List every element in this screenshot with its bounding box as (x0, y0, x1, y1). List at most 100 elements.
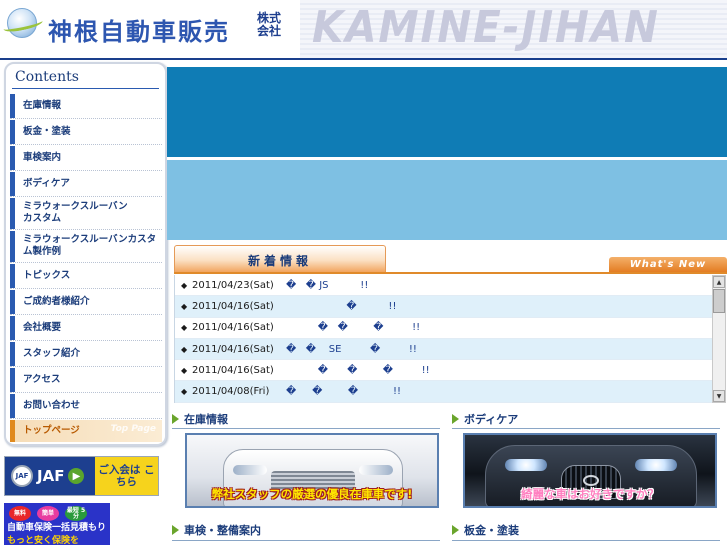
insurance-badges: 無料 簡単 最短 5分 (4, 503, 110, 521)
diamond-icon: ◆ (181, 387, 188, 397)
news-date: 2011/04/23(Sat) (192, 279, 274, 291)
nav-item-label: お問い合わせ (23, 400, 81, 411)
section-divider (172, 428, 440, 429)
section-inspection-title: 車検・整備案内 (184, 524, 261, 537)
insurance-banner[interactable]: 無料 簡単 最短 5分 自動車保険一括見積もり もっと安く保険を (4, 503, 110, 545)
diamond-icon: ◆ (181, 301, 188, 311)
nav-item-label: 板金・塗装 (23, 126, 71, 137)
nav-item-label: 車検案内 (23, 152, 62, 163)
car-headlight (635, 459, 677, 471)
section-sheetmetal-heading[interactable]: 板金・塗装 (452, 522, 519, 538)
scroll-thumb[interactable] (713, 289, 725, 313)
news-list[interactable]: ◆ 2011/04/23(Sat) � � JS !! ◆ 2011/04/16… (174, 275, 712, 403)
triangle-right-icon (452, 525, 459, 535)
triangle-right-icon (172, 525, 179, 535)
news-title: � � JS !! (286, 279, 369, 291)
section-bodycare-heading[interactable]: ボディケア (452, 411, 518, 427)
nav-item-label: ご成約者様紹介 (23, 296, 90, 307)
whats-new-label: What's New (629, 259, 707, 270)
diamond-icon: ◆ (181, 365, 188, 375)
insurance-badge: 無料 (9, 506, 31, 521)
news-title: � � � !! (286, 322, 421, 334)
scroll-down-icon[interactable]: ▼ (713, 390, 725, 402)
news-row[interactable]: ◆ 2011/04/08(Fri) � � � !! (175, 381, 712, 403)
nav-item-customers[interactable]: ご成約者様紹介 (10, 290, 162, 315)
nav-item-toppage[interactable]: トップページ Top Page (10, 420, 162, 442)
section-divider (172, 540, 440, 541)
news-title: � � SE � !! (286, 343, 417, 355)
nav-item-inspection[interactable]: 車検案内 (10, 146, 162, 171)
nav-item-mira-custom[interactable]: ミラウォークスルーバンカスタム (10, 198, 162, 230)
car-emblem-icon (583, 475, 599, 486)
nav-item-contact[interactable]: お問い合わせ (10, 394, 162, 419)
news-date: 2011/04/08(Fri) (192, 386, 270, 398)
scroll-up-icon[interactable]: ▲ (713, 276, 725, 288)
section-inspection-heading[interactable]: 車検・整備案内 (172, 522, 261, 538)
hero-banner-top (167, 67, 727, 157)
news-row[interactable]: ◆ 2011/04/16(Sat) � � � !! (175, 360, 712, 382)
triangle-right-icon (452, 414, 459, 424)
header-divider (0, 58, 727, 60)
bodycare-image-banner[interactable]: 綺麗な車はお好きですか？ (463, 433, 717, 508)
jaf-logo-icon: JAF (11, 465, 33, 487)
news-row[interactable]: ◆ 2011/04/16(Sat) � � � !! (175, 318, 712, 339)
nav-item-label: 在庫情報 (23, 100, 62, 111)
news-tab: 新着情報 (174, 245, 386, 272)
company-name: 神根自動車販売 (48, 17, 230, 46)
nav-title: Contents (15, 69, 79, 85)
nav-item-label: スタッフ紹介 (23, 348, 81, 359)
nav-item-access[interactable]: アクセス (10, 368, 162, 393)
section-divider (452, 428, 720, 429)
nav-item-topics[interactable]: トピックス (10, 264, 162, 289)
nav-item-label: トピックス (23, 270, 71, 281)
nav-item-label: ボディケア (23, 178, 70, 189)
insurance-text: 自動車保険一括見積もり (7, 523, 107, 533)
triangle-right-icon (172, 414, 179, 424)
news-date: 2011/04/16(Sat) (192, 364, 274, 376)
nav-title-divider (12, 88, 159, 89)
diamond-icon: ◆ (181, 344, 188, 354)
news-title: � � � !! (286, 386, 402, 398)
news-row[interactable]: ◆ 2011/04/16(Sat) � � SE � !! (175, 338, 712, 361)
nav-item-label: トップページ (23, 425, 80, 436)
jaf-brand: JAF JAF ▶ (5, 457, 95, 495)
nav-item-label: ミラウォークスルーバンカスタム (23, 201, 128, 224)
jaf-banner[interactable]: JAF JAF ▶ ご入会は こちら (4, 456, 159, 496)
diamond-icon: ◆ (181, 323, 188, 333)
nav-item-sheetmetal[interactable]: 板金・塗装 (10, 120, 162, 145)
news-title: � � � !! (286, 364, 430, 376)
car-headlight (233, 465, 267, 475)
nav-toppage-en: Top Page (110, 424, 156, 434)
stock-image-banner[interactable]: 弊社スタッフの厳選の優良在庫車です! (185, 433, 439, 508)
diamond-icon: ◆ (181, 280, 188, 290)
news-scrollbar[interactable]: ▲ ▼ (712, 275, 726, 403)
company-suffix: 株式会社 (256, 11, 281, 38)
car-headlight (505, 459, 547, 471)
stock-image-caption: 弊社スタッフの厳選の優良在庫車です! (211, 487, 413, 501)
jaf-cta: ご入会は こちら (95, 457, 158, 495)
nav-item-label: アクセス (23, 374, 61, 385)
nav-item-mira-examples[interactable]: ミラウォークスルーバンカスタム製作例 (10, 231, 162, 263)
nav-item-stock[interactable]: 在庫情報 (10, 94, 162, 119)
news-row[interactable]: ◆ 2011/04/23(Sat) � � JS !! (175, 275, 712, 297)
news-divider (174, 272, 727, 274)
site-header: 神根自動車販売 株式会社 KAMINE-JIHAN (0, 0, 727, 60)
nav-item-bodycare[interactable]: ボディケア (10, 172, 162, 197)
contents-nav: Contents 在庫情報 板金・塗装 車検案内 ボディケア ミラウォークスルー… (4, 62, 167, 446)
section-stock-title: 在庫情報 (184, 413, 228, 426)
news-title: � !! (286, 300, 397, 312)
insurance-subtext: もっと安く保険を (7, 536, 80, 545)
nav-item-staff[interactable]: スタッフ紹介 (10, 342, 162, 367)
hero-banner-bottom (167, 160, 727, 240)
section-stock-heading[interactable]: 在庫情報 (172, 411, 228, 427)
car-headlight (359, 465, 393, 475)
section-bodycare-title: ボディケア (464, 413, 519, 426)
section-divider (452, 540, 720, 541)
arrow-right-icon: ▶ (68, 468, 85, 484)
news-tab-label: 新着情報 (247, 254, 312, 268)
whats-new-tab: What's New (609, 257, 727, 273)
section-sheetmetal-title: 板金・塗装 (464, 524, 519, 537)
news-row[interactable]: ◆ 2011/04/16(Sat) � !! (175, 296, 712, 318)
nav-item-label: ミラウォークスルーバンカスタム製作例 (23, 234, 157, 257)
nav-item-company[interactable]: 会社概要 (10, 316, 162, 341)
